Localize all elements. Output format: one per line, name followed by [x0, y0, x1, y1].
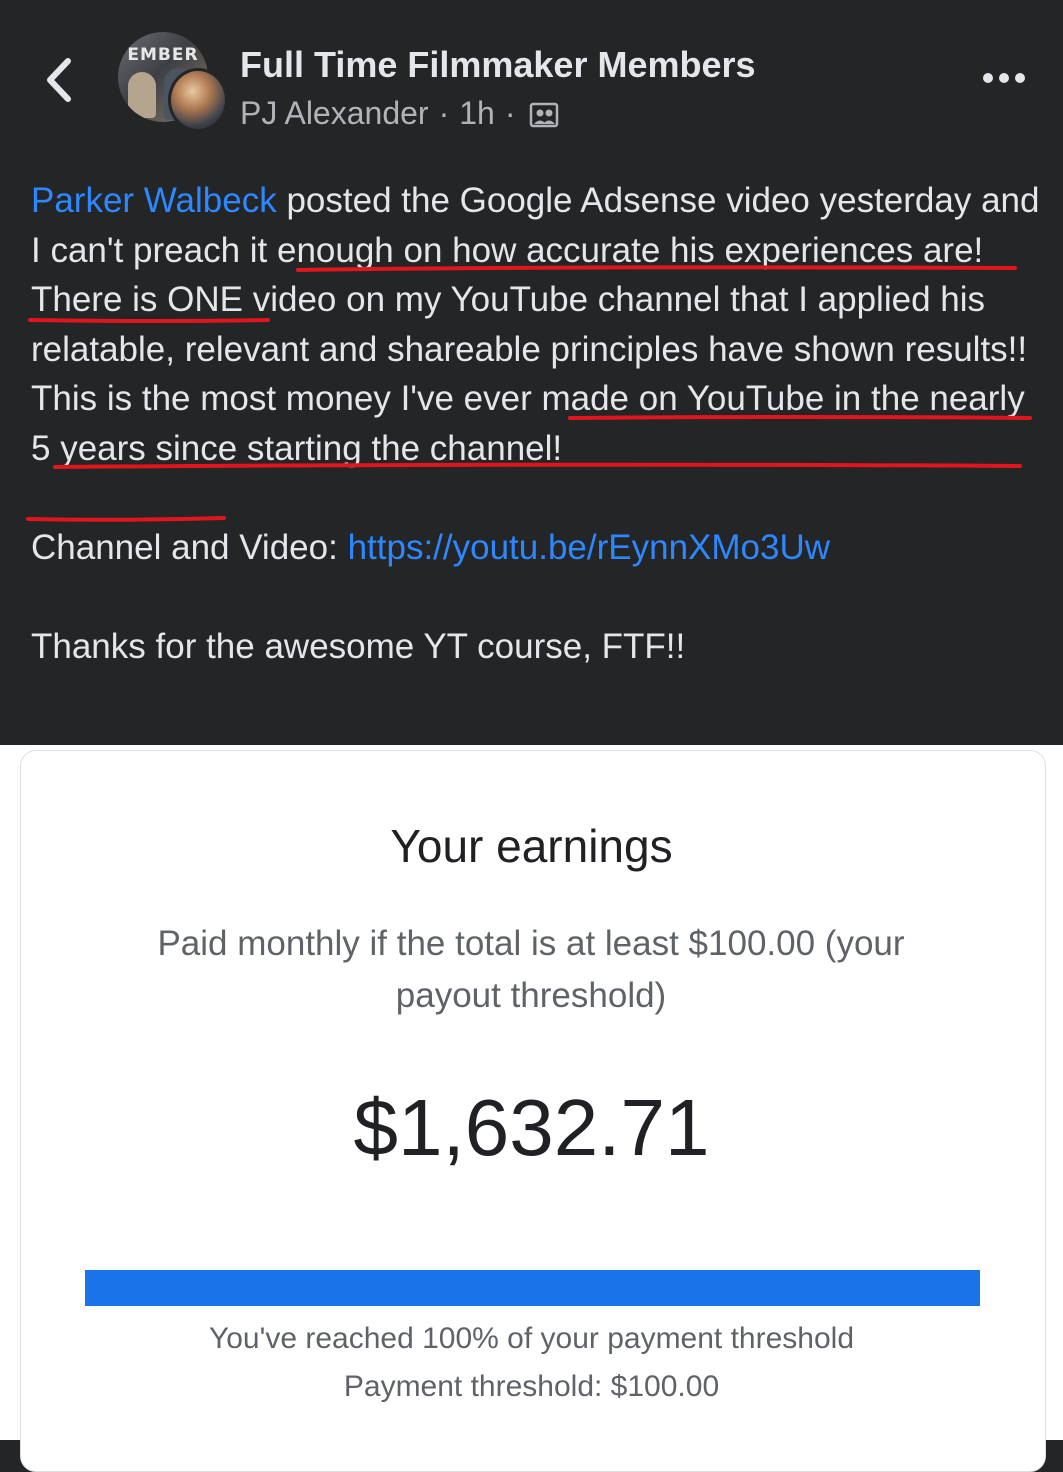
group-audience-icon: [529, 98, 559, 128]
earnings-subtitle: Paid monthly if the total is at least $1…: [157, 924, 905, 1015]
post-body: Parker Walbeck posted the Google Adsense…: [31, 176, 1041, 672]
back-button[interactable]: [40, 55, 80, 105]
underlined-phrase: can't preach it enough on how accurate h…: [50, 230, 974, 270]
group-name[interactable]: Full Time Filmmaker Members: [240, 44, 756, 86]
post-time[interactable]: 1h: [459, 92, 495, 134]
more-dots-icon: [983, 73, 1025, 83]
underlined-phrase: This is the most money I've ever made on…: [31, 379, 1025, 468]
channel-label: Channel and Video:: [31, 528, 348, 568]
post-paragraph: Channel and Video: https://youtu.be/rEyn…: [31, 523, 1041, 573]
chevron-left-icon: [47, 58, 71, 102]
post-meta: PJ Alexander · 1h ·: [240, 92, 559, 134]
post-paragraph: Parker Walbeck posted the Google Adsense…: [31, 176, 1041, 474]
earnings-title: Your earnings: [390, 820, 673, 872]
more-options-button[interactable]: [980, 66, 1028, 90]
post-text: !: [552, 428, 563, 468]
group-avatar[interactable]: EMBER: [118, 32, 228, 132]
progress-status-text: You've reached 100% of your payment thre…: [208, 1322, 855, 1355]
avatar-figure: [128, 72, 156, 118]
avatar-banner-text: EMBER: [127, 45, 199, 65]
threshold-text: Payment threshold: $100.00: [343, 1370, 720, 1403]
post-header-area: EMBER Full Time Filmmaker Members PJ Ale…: [0, 0, 1063, 745]
payment-progress-fill: [85, 1270, 980, 1306]
meta-separator: ·: [504, 95, 516, 131]
post-paragraph: Thanks for the awesome YT course, FTF!!: [31, 627, 686, 667]
author-name[interactable]: PJ Alexander: [240, 92, 429, 134]
earnings-amount: $1,632.71: [353, 1083, 710, 1172]
youtube-link[interactable]: https://youtu.be/rEynnXMo3Uw: [348, 528, 830, 567]
mention-link[interactable]: Parker Walbeck: [31, 181, 277, 220]
author-avatar[interactable]: [168, 68, 228, 132]
meta-separator: ·: [438, 95, 450, 131]
payment-progress-bar: [85, 1270, 980, 1306]
